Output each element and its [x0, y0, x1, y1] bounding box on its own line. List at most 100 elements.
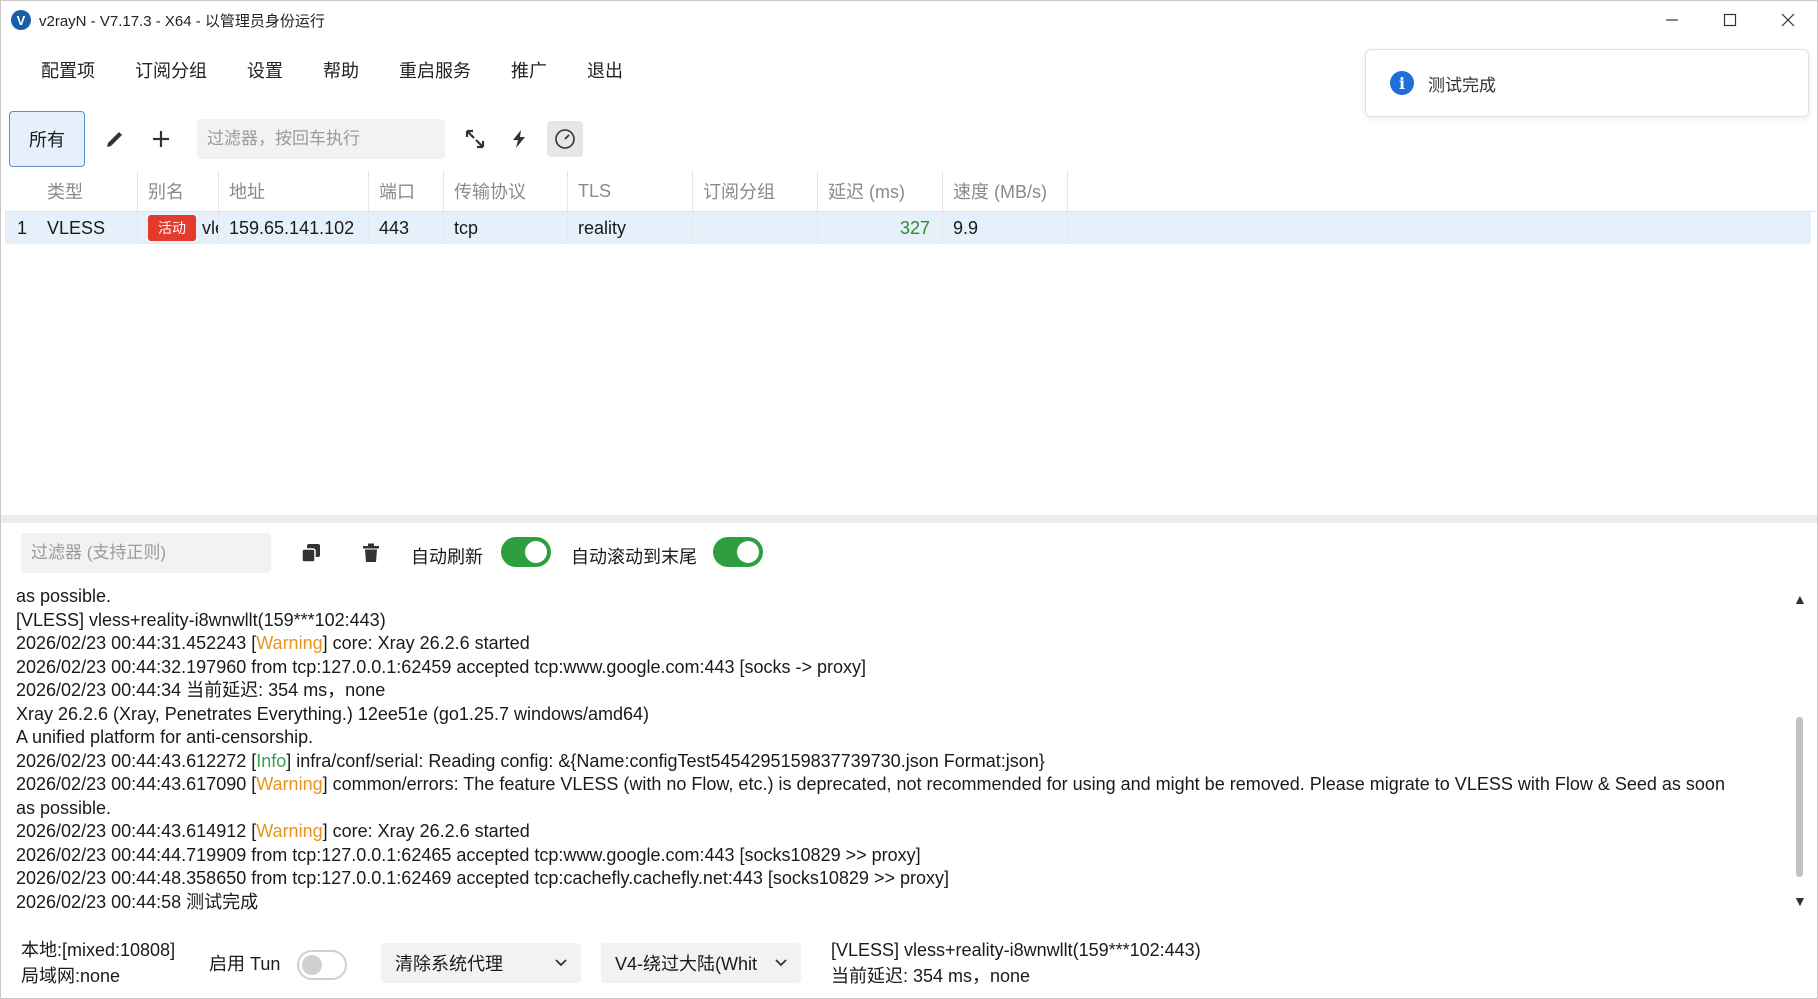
- log-message: ] infra/conf/serial: Reading config: &{N…: [286, 750, 1045, 771]
- log-output[interactable]: as possible. [VLESS] vless+reality-i8wnwl…: [16, 585, 1796, 915]
- log-line: as possible.: [16, 586, 112, 606]
- header-speed[interactable]: 速度 (MB/s): [943, 171, 1068, 211]
- current-server: [VLESS] vless+reality-i8wnwllt(159***102…: [831, 940, 1201, 960]
- tun-label: 启用 Tun: [209, 954, 281, 974]
- scroll-up-icon[interactable]: ▲: [1793, 591, 1807, 607]
- speedtest-button[interactable]: [547, 121, 583, 157]
- clear-log-button[interactable]: [357, 539, 385, 567]
- row-tls: reality: [568, 212, 693, 244]
- window-title: v2rayN - V7.17.3 - X64 - 以管理员身份运行: [39, 12, 325, 30]
- log-line: Xray 26.2.6 (Xray, Penetrates Everything…: [16, 703, 650, 724]
- menu-help[interactable]: 帮助: [303, 57, 379, 83]
- log-line: [VLESS] vless+reality-i8wnwllt(159***102…: [16, 609, 386, 630]
- log-timestamp: 2026/02/23 00:44:31.452243 [: [16, 633, 257, 653]
- table-row[interactable]: 1 VLESS 活动 vless+reality-i8wnwllt 159.65…: [5, 212, 1811, 244]
- panel-splitter[interactable]: [1, 515, 1817, 523]
- log-level-tag: Info: [256, 750, 287, 771]
- close-button[interactable]: [1759, 1, 1817, 39]
- header-alias[interactable]: 别名: [138, 171, 219, 211]
- log-level-tag: Warning: [256, 633, 323, 653]
- row-transport: tcp: [444, 212, 568, 244]
- table-header: 类型 别名 地址 端口 传输协议 TLS 订阅分组 延迟 (ms) 速度 (MB…: [5, 171, 1815, 212]
- system-proxy-value: 清除系统代理: [395, 954, 503, 974]
- auto-scroll-toggle[interactable]: [713, 537, 763, 567]
- header-port[interactable]: 端口: [369, 171, 444, 211]
- header-type[interactable]: 类型: [37, 171, 138, 211]
- maximize-button[interactable]: [1701, 1, 1759, 39]
- scroll-thumb[interactable]: [1796, 717, 1803, 877]
- toast-message: 测试完成: [1428, 75, 1496, 95]
- row-type: VLESS: [37, 212, 138, 244]
- app-logo-icon: V: [11, 10, 31, 30]
- row-port: 443: [369, 212, 444, 244]
- row-speed: 9.9: [943, 212, 1068, 244]
- status-bar: 本地:[mixed:10808] 局域网:none 启用 Tun 清除系统代理 …: [1, 931, 1817, 999]
- header-tls[interactable]: TLS: [568, 171, 693, 211]
- trash-icon: [363, 543, 379, 562]
- scroll-down-icon[interactable]: ▼: [1793, 893, 1807, 909]
- log-timestamp: 2026/02/23 00:44:43.612272 [: [16, 750, 257, 771]
- header-address[interactable]: 地址: [219, 171, 369, 211]
- log-message: ] common/errors: The feature VLESS (with…: [322, 774, 1725, 794]
- expand-button[interactable]: [457, 121, 493, 157]
- log-line: A unified platform for anti-censorship.: [16, 727, 314, 747]
- tun-toggle[interactable]: [297, 950, 347, 980]
- header-index: [5, 171, 37, 211]
- log-level-tag: Warning: [256, 821, 323, 841]
- menu-subscription[interactable]: 订阅分组: [115, 57, 227, 83]
- add-icon: [153, 131, 169, 147]
- auto-refresh-toggle[interactable]: [501, 537, 551, 567]
- log-line: 2026/02/23 00:44:43.612272 [Info] infra/…: [16, 750, 1796, 774]
- log-scrollbar[interactable]: ▲ ▼: [1789, 585, 1811, 915]
- header-transport[interactable]: 传输协议: [444, 171, 568, 211]
- app-window: V v2rayN - V7.17.3 - X64 - 以管理员身份运行 配置项 …: [0, 0, 1818, 999]
- menu-settings[interactable]: 设置: [227, 57, 303, 83]
- header-latency[interactable]: 延迟 (ms): [818, 171, 943, 211]
- log-timestamp: 2026/02/23 00:44:43.617090 [: [16, 774, 257, 794]
- toast-notification: i 测试完成: [1365, 49, 1809, 117]
- routing-value: V4-绕过大陆(Whit: [615, 954, 758, 974]
- row-alias-cell: 活动 vless+reality-i8wnwllt: [138, 212, 219, 244]
- current-latency: 当前延迟: 354 ms，none: [831, 966, 1031, 986]
- log-line: 2026/02/23 00:44:34 当前延迟: 354 ms，none: [16, 680, 386, 700]
- menu-bar: 配置项 订阅分组 设置 帮助 重启服务 推广 退出: [21, 57, 643, 83]
- server-toolbar: 所有: [9, 111, 1609, 167]
- log-line: 2026/02/23 00:44:44.719909 from tcp:127.…: [16, 844, 921, 865]
- auto-scroll-label: 自动滚动到末尾: [571, 547, 697, 567]
- log-line: 2026/02/23 00:44:31.452243 [Warning] cor…: [16, 632, 1796, 656]
- chevron-down-icon: [775, 959, 787, 967]
- title-bar: V v2rayN - V7.17.3 - X64 - 以管理员身份运行: [1, 1, 1817, 39]
- log-line: 2026/02/23 00:44:32.197960 from tcp:127.…: [16, 656, 867, 677]
- expand-icon: [465, 129, 485, 149]
- system-proxy-select[interactable]: 清除系统代理: [381, 943, 581, 983]
- routing-select[interactable]: V4-绕过大陆(Whit: [601, 943, 801, 983]
- minimize-button[interactable]: [1643, 1, 1701, 39]
- edit-button[interactable]: [97, 121, 133, 157]
- server-filter-input[interactable]: [197, 119, 445, 159]
- log-timestamp: 2026/02/23 00:44:43.614912 [: [16, 821, 257, 841]
- local-port-status: 本地:[mixed:10808]: [21, 940, 176, 960]
- log-line: 2026/02/23 00:44:43.614912 [Warning] cor…: [16, 820, 1796, 844]
- edit-icon: [107, 132, 122, 147]
- log-toolbar: 自动刷新 自动滚动到末尾: [1, 529, 1817, 575]
- log-line: 2026/02/23 00:44:43.617090 [Warning] com…: [16, 773, 1796, 797]
- menu-promotion[interactable]: 推广: [491, 57, 567, 83]
- tab-all[interactable]: 所有: [9, 111, 85, 167]
- log-line: as possible.: [16, 797, 112, 818]
- log-line: 2026/02/23 00:44:58 测试完成: [16, 891, 259, 912]
- header-subgroup[interactable]: 订阅分组: [693, 171, 818, 211]
- log-line: 2026/02/23 00:44:48.358650 from tcp:127.…: [16, 868, 949, 888]
- add-button[interactable]: [143, 121, 179, 157]
- log-filter-input[interactable]: [21, 533, 271, 573]
- copy-icon: [301, 544, 320, 563]
- speedometer-icon: [555, 129, 575, 149]
- copy-log-button[interactable]: [297, 539, 325, 567]
- menu-restart-service[interactable]: 重启服务: [379, 57, 491, 83]
- menu-exit[interactable]: 退出: [567, 57, 643, 83]
- menu-profiles[interactable]: 配置项: [21, 57, 115, 83]
- test-button[interactable]: [501, 121, 537, 157]
- minimize-icon: [1666, 19, 1678, 21]
- chevron-down-icon: [555, 959, 567, 967]
- row-address: 159.65.141.102: [219, 212, 369, 244]
- close-icon: [1781, 13, 1795, 27]
